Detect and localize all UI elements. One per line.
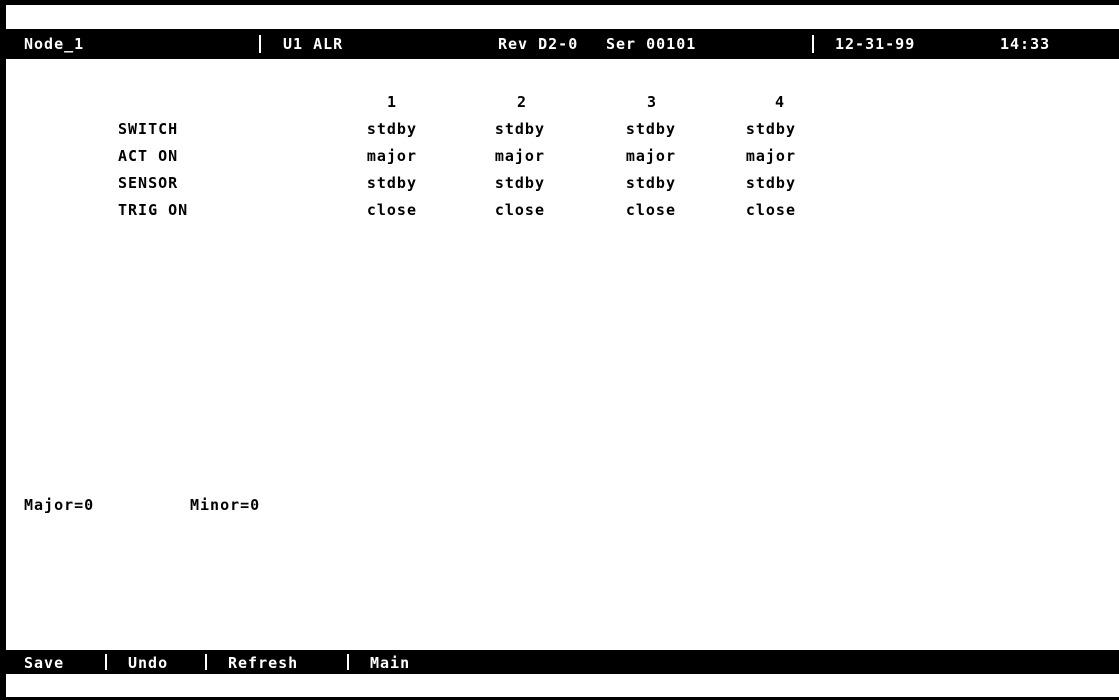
- act-on-value-1[interactable]: major: [337, 147, 417, 165]
- revision: Rev D2-0: [498, 35, 579, 53]
- row-label-act-on: ACT ON: [118, 147, 179, 165]
- act-on-value-3[interactable]: major: [596, 147, 676, 165]
- column-header-4: 4: [774, 93, 785, 111]
- save-button[interactable]: Save: [24, 654, 64, 672]
- serial-number: Ser 00101: [606, 35, 697, 53]
- minor-alarm-count: Minor=0: [190, 496, 261, 514]
- command-separator: [105, 654, 107, 670]
- terminal-screen: [0, 0, 1119, 700]
- refresh-button[interactable]: Refresh: [228, 654, 298, 672]
- switch-value-1[interactable]: stdby: [337, 120, 417, 138]
- sensor-value-4[interactable]: stdby: [716, 174, 796, 192]
- column-header-1: 1: [386, 93, 397, 111]
- column-header-2: 2: [516, 93, 527, 111]
- row-label-trig-on: TRIG ON: [118, 201, 189, 219]
- row-label-sensor: SENSOR: [118, 174, 179, 192]
- module-name: U1 ALR: [283, 35, 344, 53]
- trig-on-value-3[interactable]: close: [596, 201, 676, 219]
- header-bar: Node_1 U1 ALR Rev D2-0 Ser 00101 12-31-9…: [0, 29, 1119, 59]
- command-separator: [205, 654, 207, 670]
- row-label-switch: SWITCH: [118, 120, 179, 138]
- date: 12-31-99: [835, 35, 916, 53]
- trig-on-value-1[interactable]: close: [337, 201, 417, 219]
- sensor-value-1[interactable]: stdby: [337, 174, 417, 192]
- trig-on-value-2[interactable]: close: [465, 201, 545, 219]
- major-alarm-count: Major=0: [24, 496, 95, 514]
- sensor-value-2[interactable]: stdby: [465, 174, 545, 192]
- command-bar: Save Undo Refresh Main: [0, 650, 1119, 674]
- header-separator: [259, 35, 261, 53]
- header-separator: [812, 35, 814, 53]
- switch-value-3[interactable]: stdby: [596, 120, 676, 138]
- command-separator: [347, 654, 349, 670]
- switch-value-2[interactable]: stdby: [465, 120, 545, 138]
- time: 14:33: [1000, 35, 1051, 53]
- main-button[interactable]: Main: [370, 654, 410, 672]
- undo-button[interactable]: Undo: [128, 654, 168, 672]
- column-header-3: 3: [646, 93, 657, 111]
- act-on-value-4[interactable]: major: [716, 147, 796, 165]
- trig-on-value-4[interactable]: close: [716, 201, 796, 219]
- sensor-value-3[interactable]: stdby: [596, 174, 676, 192]
- switch-value-4[interactable]: stdby: [716, 120, 796, 138]
- node-name: Node_1: [24, 35, 85, 53]
- act-on-value-2[interactable]: major: [465, 147, 545, 165]
